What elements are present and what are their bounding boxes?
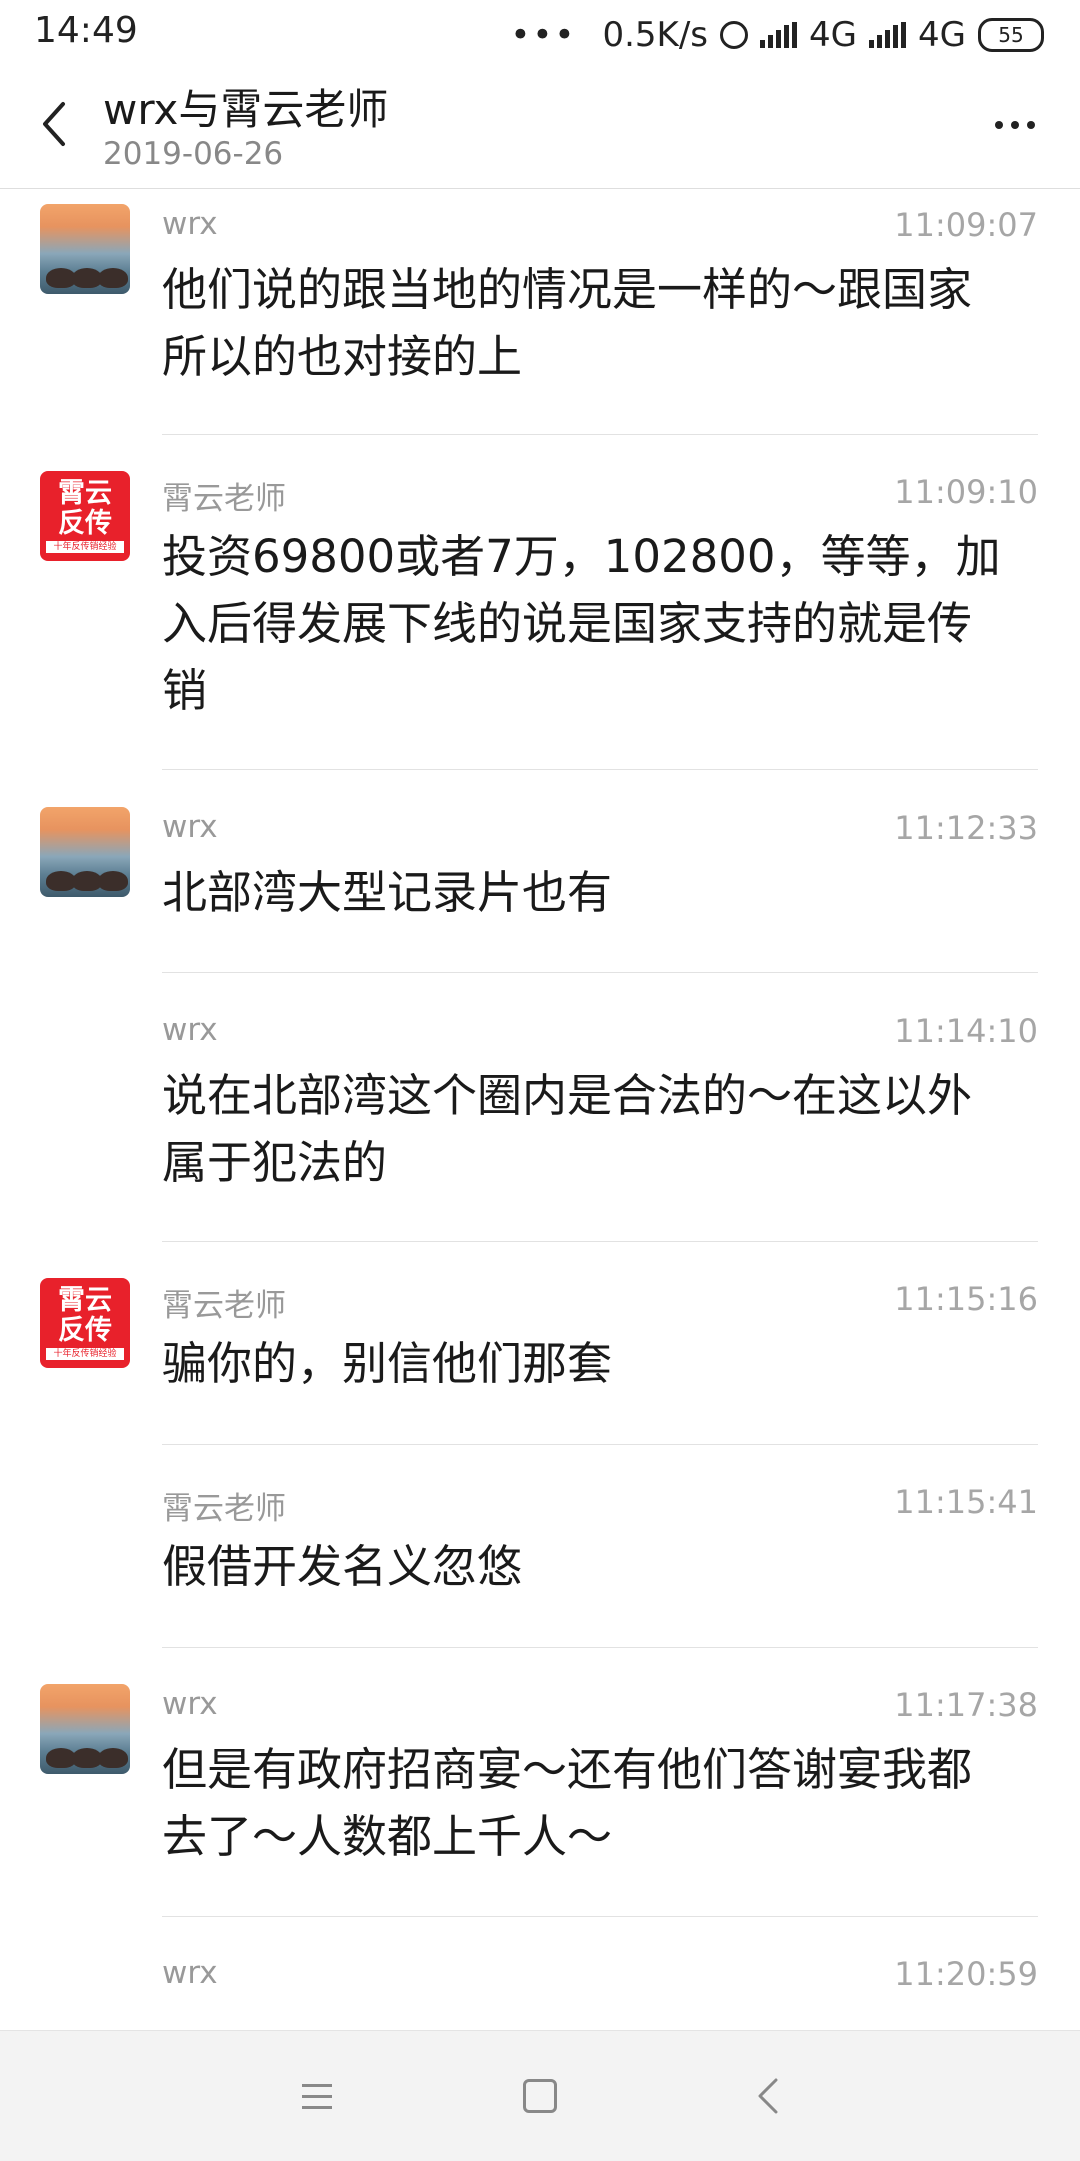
avatar-teacher[interactable]: 霄云 反传 十年反传销经验 <box>40 471 130 561</box>
message-list[interactable]: wrx 11:09:07 他们说的跟当地的情况是一样的～跟国家所以的也对接的上 … <box>0 189 1080 2029</box>
divider <box>162 1647 1038 1648</box>
more-button[interactable] <box>980 100 1050 150</box>
avatar-line3: 十年反传销经验 <box>46 541 124 553</box>
avatar-wrx[interactable] <box>40 1684 130 1774</box>
status-bar: 14:49 ••• 0.5K/s 4G 4G 55 <box>0 0 1080 70</box>
message-time: 11:15:41 <box>894 1483 1038 1521</box>
message-text: 但是有政府招商宴～还有他们答谢宴我都去了～人数都上千人～ <box>162 1743 973 1863</box>
divider <box>162 769 1038 770</box>
message-text: 骗你的，别信他们那套 <box>162 1337 613 1390</box>
network-type-1: 4G <box>809 15 858 55</box>
divider <box>162 1916 1038 1917</box>
message-time: 11:20:59 <box>894 1955 1038 1993</box>
chat-header: wrx与霄云老师 2019-06-26 <box>0 70 1080 189</box>
sender-name: 霄云老师 <box>162 1288 286 1324</box>
message-time: 11:09:07 <box>894 206 1038 244</box>
message-text: 假借开发名义忽悠 <box>162 1540 523 1593</box>
avatar-teacher[interactable]: 霄云 反传 十年反传销经验 <box>40 1278 130 1368</box>
message-text: 他们说的跟当地的情况是一样的～跟国家所以的也对接的上 <box>162 263 973 383</box>
back-button[interactable] <box>22 92 86 156</box>
divider <box>162 1241 1038 1242</box>
network-speed: 0.5K/s <box>602 15 709 55</box>
sender-name: wrx <box>162 1012 218 1048</box>
sender-name: wrx <box>162 206 218 242</box>
sender-name: wrx <box>162 1686 218 1722</box>
avatar-line2: 反传 <box>58 508 112 539</box>
signal-icon-2 <box>869 22 907 48</box>
avatar-line3: 十年反传销经验 <box>46 1348 124 1360</box>
more-horizontal-icon <box>995 121 1003 129</box>
status-time: 14:49 <box>34 10 138 51</box>
signal-icon <box>760 22 798 48</box>
back-chevron-icon[interactable] <box>738 2066 798 2126</box>
chevron-left-icon <box>43 102 65 146</box>
menu-icon[interactable] <box>287 2066 347 2126</box>
home-square-icon[interactable] <box>510 2066 570 2126</box>
network-type-2: 4G <box>918 15 966 55</box>
message-time: 11:17:38 <box>894 1686 1038 1724</box>
battery-icon: 55 <box>978 18 1044 52</box>
sender-name: wrx <box>162 809 218 845</box>
message-text: 说在北部湾这个圈内是合法的～在这以外属于犯法的 <box>162 1069 973 1189</box>
chat-date: 2019-06-26 <box>103 136 284 172</box>
hotspot-icon <box>720 21 749 49</box>
sender-name: 霄云老师 <box>162 1491 286 1527</box>
system-nav-bar <box>0 2030 1080 2161</box>
sender-name: 霄云老师 <box>162 481 286 517</box>
message-time: 11:12:33 <box>894 809 1038 847</box>
message-time: 11:15:16 <box>894 1280 1038 1318</box>
chat-title: wrx与霄云老师 <box>103 85 389 134</box>
sender-name: wrx <box>162 1955 218 1991</box>
avatar-wrx[interactable] <box>40 807 130 897</box>
divider <box>162 972 1038 973</box>
avatar-line1: 霄云 <box>58 1285 112 1316</box>
avatar-line2: 反传 <box>58 1315 112 1346</box>
message-text: 投资69800或者7万，102800，等等，加入后得发展下线的说是国家支持的就是… <box>162 530 1001 717</box>
message-time: 11:09:10 <box>894 473 1038 511</box>
message-time: 11:14:10 <box>894 1012 1038 1050</box>
divider <box>162 434 1038 435</box>
status-dots: ••• <box>510 15 577 55</box>
divider <box>162 1444 1038 1445</box>
avatar-line1: 霄云 <box>58 478 112 509</box>
status-icons: ••• 0.5K/s 4G 4G 55 <box>510 12 1044 58</box>
message-text: 北部湾大型记录片也有 <box>162 866 613 919</box>
avatar-wrx[interactable] <box>40 204 130 294</box>
